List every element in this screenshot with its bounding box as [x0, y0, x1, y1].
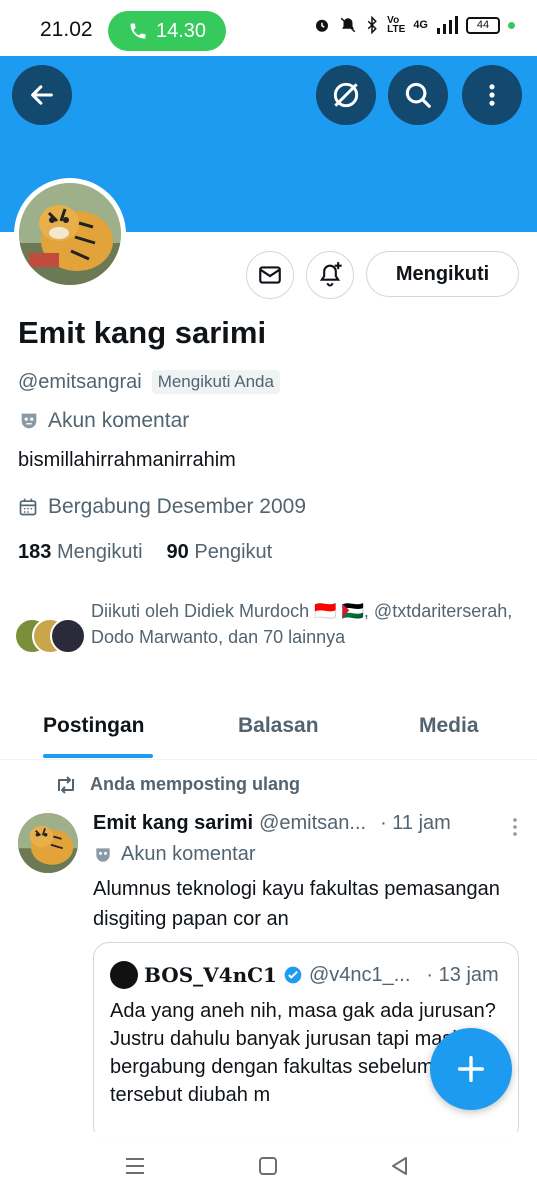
- post-text: Alumnus teknologi kayu fakultas pemasang…: [93, 878, 500, 930]
- post-author-avatar[interactable]: [18, 813, 78, 873]
- profile-avatar[interactable]: [14, 178, 126, 290]
- privacy-dot: [508, 21, 515, 29]
- following-stat[interactable]: 183 Mengikuti: [18, 541, 143, 564]
- avatar-image: [19, 183, 121, 285]
- following-count: 183: [18, 541, 52, 563]
- automated-label: Akun komentar: [48, 409, 190, 432]
- post-time[interactable]: · 11 jam: [380, 812, 451, 835]
- quote-author-avatar: [110, 961, 138, 989]
- joined-row: Bergabung Desember 2009: [18, 495, 306, 519]
- call-indicator[interactable]: 14.30: [108, 11, 226, 51]
- profile-bio: bismillahirrahmanirrahim: [18, 449, 236, 471]
- bell-plus-icon: [319, 262, 342, 287]
- plus-icon: [457, 1055, 485, 1083]
- post-author-name[interactable]: Emit kang sarimi: [93, 812, 253, 835]
- status-bar: 21.02 14.30 Vo LTE 4G 44: [0, 0, 537, 56]
- tab-balasan[interactable]: Balasan: [238, 714, 319, 738]
- mute-icon: [333, 82, 359, 108]
- post-author-handle[interactable]: @emitsan...: [259, 812, 366, 835]
- profile-tabs: Postingan Balasan Media: [0, 700, 537, 760]
- bluetooth-icon: [367, 16, 377, 34]
- verified-badge-icon: [284, 966, 302, 984]
- mask-icon: [21, 413, 37, 429]
- network-label: 4G: [413, 19, 428, 31]
- more-vertical-icon: [513, 818, 517, 836]
- tab-media[interactable]: Media: [419, 714, 479, 738]
- search-icon: [405, 82, 431, 108]
- repost-indicator: Anda memposting ulang: [54, 774, 300, 795]
- battery-icon: 44: [466, 16, 500, 34]
- follower-avatar: [50, 618, 86, 654]
- quote-author-handle: @v4nc1_...: [308, 963, 411, 986]
- phone-icon: [130, 23, 146, 39]
- followed-by-text: Diikuti oleh Didiek Murdoch 🇮🇩 🇵🇸, @txtd…: [91, 601, 513, 647]
- follow-stats: 183 Mengikuti 90 Pengikut: [18, 541, 272, 564]
- quote-time: · 13 jam: [426, 963, 499, 986]
- follows-you-badge: Mengikuti Anda: [151, 370, 280, 394]
- back-nav-icon[interactable]: [390, 1156, 410, 1176]
- home-icon[interactable]: [258, 1156, 278, 1176]
- notify-button[interactable]: [306, 251, 354, 299]
- post-more-button[interactable]: [507, 816, 523, 843]
- more-vertical-icon: [489, 84, 495, 106]
- signal-icon: [437, 16, 458, 34]
- joined-date: Bergabung Desember 2009: [48, 495, 307, 518]
- message-button[interactable]: [246, 251, 294, 299]
- system-nav-bar: [0, 1132, 537, 1199]
- profile-handle: @emitsangrai: [18, 370, 142, 393]
- compose-button[interactable]: [430, 1028, 512, 1110]
- call-timer: 14.30: [155, 19, 207, 42]
- status-icons: Vo LTE 4G 44: [313, 15, 515, 35]
- repost-label: Anda memposting ulang: [90, 774, 301, 794]
- more-button[interactable]: [462, 65, 522, 125]
- mute-notification-icon: [340, 17, 356, 33]
- followers-label: Pengikut: [194, 541, 273, 563]
- arrow-left-icon: [31, 85, 53, 105]
- quote-header: BOS_V4nC1 @v4nc1_... · 13 jam: [110, 961, 499, 989]
- profile-name: Emit kang sarimi: [18, 315, 267, 350]
- post-automated-label: Akun komentar: [93, 843, 256, 866]
- quote-author-name: BOS_V4nC1: [144, 963, 277, 987]
- post-header: Emit kang sarimi @emitsan... · 11 jam: [93, 812, 523, 835]
- volte-icon: Vo LTE: [387, 15, 406, 35]
- post-label-text: Akun komentar: [121, 843, 256, 865]
- recent-apps-icon[interactable]: [124, 1156, 146, 1176]
- back-button[interactable]: [12, 65, 72, 125]
- tab-postingan[interactable]: Postingan: [43, 714, 145, 738]
- followers-count: 90: [166, 541, 189, 563]
- followed-by-avatars: [14, 618, 86, 654]
- following-label: Mengikuti: [56, 541, 143, 563]
- search-button[interactable]: [388, 65, 448, 125]
- followers-stat[interactable]: 90 Pengikut: [167, 541, 273, 564]
- envelope-icon: [259, 266, 281, 284]
- mask-icon: [96, 847, 110, 862]
- calendar-icon: [19, 498, 37, 516]
- handle-row: @emitsangrai Mengikuti Anda: [18, 370, 280, 394]
- repost-icon: [58, 775, 74, 794]
- status-time: 21.02: [40, 18, 93, 41]
- automated-label-row: Akun komentar: [18, 409, 189, 433]
- battery-level: 44: [476, 19, 490, 31]
- following-button[interactable]: Mengikuti: [366, 251, 519, 297]
- active-tab-indicator: [43, 754, 153, 758]
- alarm-icon: [316, 19, 329, 32]
- mute-button[interactable]: [316, 65, 376, 125]
